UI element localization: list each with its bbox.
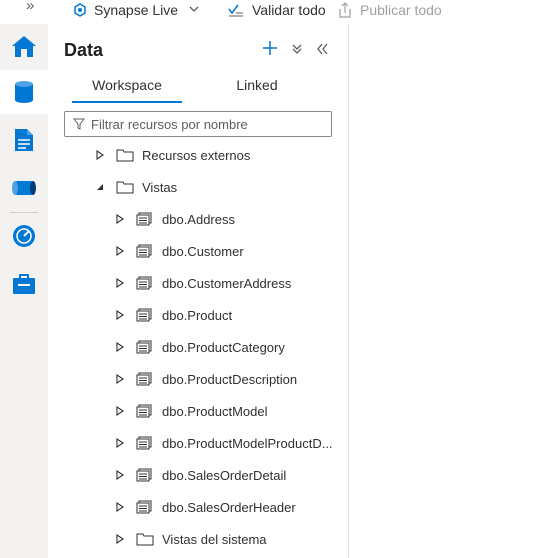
workspace-name: Synapse Live — [94, 2, 179, 18]
view-icon — [136, 275, 154, 291]
tree-node-label: dbo.Product — [162, 307, 233, 323]
tree-node-label: Vistas — [142, 179, 178, 195]
data-panel: Data Workspace Linked Filtrar recursos p… — [48, 24, 349, 558]
tree-node-label: dbo.ProductDescription — [162, 371, 298, 387]
tree-node-external-resources[interactable]: Recursos externos — [94, 141, 250, 169]
workspace-dropdown[interactable] — [188, 3, 208, 15]
tree-node-label: dbo.CustomerAddress — [162, 275, 292, 291]
tree-node-label: dbo.Customer — [162, 243, 244, 259]
monitor-icon — [13, 225, 35, 247]
validate-icon — [228, 4, 243, 17]
double-chevron-down-icon — [292, 44, 302, 54]
folder-icon — [136, 531, 154, 547]
nav-monitor[interactable] — [0, 214, 48, 258]
view-icon — [136, 467, 154, 483]
expand-arrow-icon[interactable] — [114, 469, 126, 481]
publish-all-button[interactable]: Publicar todo — [338, 2, 442, 18]
panel-tabs: Workspace Linked — [72, 74, 332, 104]
folder-icon — [116, 147, 134, 163]
folder-icon — [116, 179, 134, 195]
data-icon — [15, 81, 33, 103]
double-chevron-left-icon — [317, 43, 328, 55]
expand-arrow-icon[interactable] — [114, 437, 126, 449]
tree-node-view[interactable]: dbo.Address — [114, 205, 235, 233]
filter-icon — [73, 118, 85, 130]
develop-icon — [15, 129, 33, 151]
publish-all-label: Publicar todo — [360, 2, 442, 18]
tab-selected-indicator — [72, 101, 182, 103]
tab-workspace[interactable]: Workspace — [72, 77, 182, 93]
view-icon — [136, 499, 154, 515]
view-icon — [136, 371, 154, 387]
filter-input[interactable] — [91, 116, 321, 132]
synapse-icon — [74, 3, 86, 17]
tree-node-label: dbo.SalesOrderDetail — [162, 467, 287, 483]
tree-node-label: dbo.ProductModel — [162, 403, 268, 419]
left-nav-rail — [0, 24, 48, 558]
expand-rail-button[interactable]: » — [26, 0, 34, 14]
tree-node-label: dbo.SalesOrderHeader — [162, 499, 296, 515]
tree-node-view[interactable]: dbo.ProductDescription — [114, 365, 297, 393]
tree-node-view[interactable]: dbo.SalesOrderHeader — [114, 493, 296, 521]
tree-node-view[interactable]: dbo.CustomerAddress — [114, 269, 291, 297]
expand-arrow-icon[interactable] — [114, 405, 126, 417]
view-icon — [136, 243, 154, 259]
tree-node-view[interactable]: dbo.Product — [114, 301, 232, 329]
publish-icon — [339, 2, 351, 18]
panel-title: Data — [64, 40, 104, 60]
collapse-arrow-icon[interactable] — [94, 181, 106, 193]
expand-arrow-icon[interactable] — [114, 533, 126, 545]
expand-arrow-icon[interactable] — [114, 373, 126, 385]
tree-node-label: dbo.ProductCategory — [162, 339, 285, 355]
tree-node-view[interactable]: dbo.ProductModelProductD... — [114, 429, 333, 457]
tree-node-system-views[interactable]: Vistas del sistema — [114, 525, 267, 553]
view-icon — [136, 211, 154, 227]
expand-all-button[interactable] — [292, 40, 302, 60]
view-icon — [136, 339, 154, 355]
integrate-icon — [12, 181, 36, 195]
tree-node-label: dbo.ProductModelProductD... — [162, 435, 333, 451]
panel-actions — [262, 40, 328, 60]
add-resource-button[interactable] — [262, 40, 278, 60]
workspace-selector[interactable]: Synapse Live — [74, 2, 178, 18]
tree-node-label: Vistas del sistema — [162, 531, 267, 547]
nav-develop[interactable] — [0, 118, 48, 162]
tree-node-view[interactable]: dbo.SalesOrderDetail — [114, 461, 286, 489]
filter-box — [64, 111, 332, 137]
expand-arrow-icon[interactable] — [114, 501, 126, 513]
nav-home[interactable] — [0, 24, 48, 68]
tree-node-label: Recursos externos — [142, 147, 251, 163]
nav-manage[interactable] — [0, 262, 48, 306]
view-icon — [136, 403, 154, 419]
tree-node-view[interactable]: dbo.Customer — [114, 237, 244, 265]
plus-icon — [263, 41, 277, 55]
expand-arrow-icon[interactable] — [114, 309, 126, 321]
chevron-down-icon — [189, 6, 199, 12]
view-icon — [136, 435, 154, 451]
collapse-panel-button[interactable] — [316, 40, 328, 60]
rail-divider — [10, 212, 38, 213]
expand-arrow-icon[interactable] — [114, 341, 126, 353]
expand-arrow-icon[interactable] — [94, 149, 106, 161]
home-icon — [12, 36, 36, 57]
tree-node-view[interactable]: dbo.ProductModel — [114, 397, 268, 425]
validate-all-label: Validar todo — [252, 2, 326, 18]
expand-arrow-icon[interactable] — [114, 213, 126, 225]
validate-all-button[interactable]: Validar todo — [228, 2, 326, 18]
tree-node-views[interactable]: Vistas — [94, 173, 177, 201]
nav-integrate[interactable] — [0, 166, 48, 210]
tree-node-label: dbo.Address — [162, 211, 235, 227]
view-icon — [136, 307, 154, 323]
expand-arrow-icon[interactable] — [114, 277, 126, 289]
tree-node-view[interactable]: dbo.ProductCategory — [114, 333, 285, 361]
tab-linked[interactable]: Linked — [202, 77, 312, 93]
top-toolbar: » Synapse Live Validar todo Publicar tod… — [0, 0, 555, 24]
expand-arrow-icon[interactable] — [114, 245, 126, 257]
manage-icon — [13, 274, 35, 294]
nav-data[interactable] — [0, 70, 48, 114]
